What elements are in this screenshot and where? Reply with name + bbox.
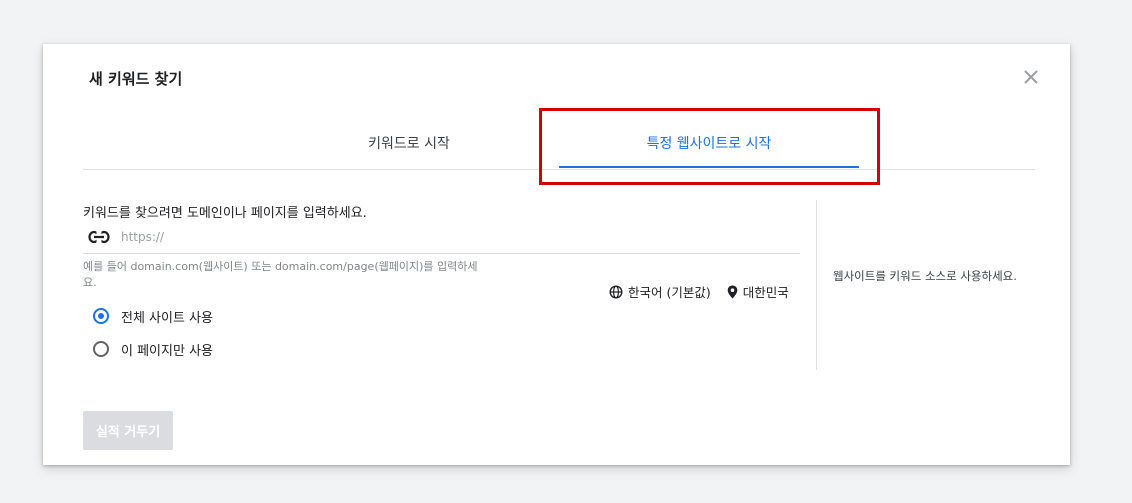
url-hint: 예를 들어 domain.com(웹사이트) 또는 domain.com/pag…	[83, 260, 478, 289]
tab-start-with-website[interactable]: 특정 웹사이트로 시작	[559, 124, 859, 168]
radio-control	[91, 339, 111, 359]
url-input[interactable]	[121, 226, 781, 248]
keyword-finder-dialog: 새 키워드 찾기 키워드로 시작 특정 웹사이트로 시작 키워드를 찾으려면 도…	[43, 44, 1070, 465]
radio-label: 이 페이지만 사용	[121, 343, 213, 359]
radio-label: 전체 사이트 사용	[121, 310, 213, 326]
side-help-text: 웹사이트를 키워드 소스로 사용하세요.	[833, 269, 1017, 283]
url-field	[83, 224, 800, 254]
vertical-divider	[816, 200, 817, 370]
language-label: 한국어 (기본값)	[628, 285, 711, 300]
get-results-button[interactable]: 실적 거두기	[83, 411, 173, 450]
targeting-settings: 한국어 (기본값) 대한민국	[609, 282, 789, 301]
radio-button-unchecked[interactable]	[93, 341, 109, 357]
location-pin-icon	[727, 285, 738, 298]
dialog-title: 새 키워드 찾기	[89, 70, 183, 88]
radio-this-page-only[interactable]: 이 페이지만 사용	[91, 339, 213, 359]
link-icon	[88, 230, 110, 244]
tab-bar: 키워드로 시작 특정 웹사이트로 시작	[83, 124, 1035, 170]
close-icon	[1024, 70, 1038, 84]
close-button[interactable]	[1020, 66, 1042, 88]
tab-start-with-keywords[interactable]: 키워드로 시작	[259, 124, 559, 168]
globe-icon	[609, 284, 623, 299]
tab-label: 특정 웹사이트로 시작	[646, 136, 772, 152]
location-selector[interactable]: 대한민국	[727, 282, 789, 301]
radio-control	[91, 306, 111, 326]
url-prompt: 키워드를 찾으려면 도메인이나 페이지를 입력하세요.	[83, 206, 367, 221]
location-label: 대한민국	[742, 285, 789, 300]
radio-whole-site[interactable]: 전체 사이트 사용	[91, 306, 213, 326]
active-tab-indicator	[559, 166, 859, 168]
language-selector[interactable]: 한국어 (기본값)	[609, 282, 711, 301]
radio-button-checked[interactable]	[93, 308, 109, 324]
tab-label: 키워드로 시작	[368, 136, 450, 152]
